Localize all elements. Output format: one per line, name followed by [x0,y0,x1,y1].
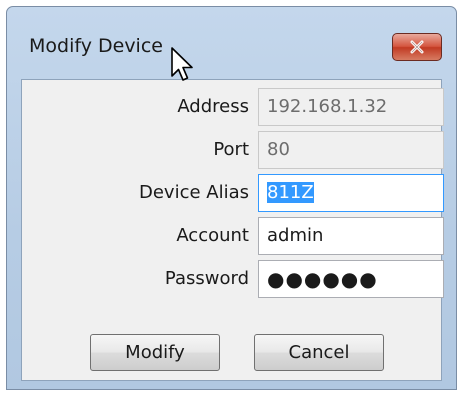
address-label: Address [177,96,249,117]
port-row: Port 80 [22,131,444,169]
close-icon [410,40,424,54]
dialog-window: Modify Device Address 192.168.1.32 Port … [6,6,457,390]
account-field[interactable]: admin [258,217,444,255]
address-field[interactable]: 192.168.1.32 [258,88,444,126]
dialog-body: Address 192.168.1.32 Port 80 Device Alia… [21,79,444,381]
account-row: Account admin [22,217,444,255]
device-alias-field[interactable]: 811Z [258,174,444,212]
mouse-pointer-icon [171,47,193,81]
device-alias-selected-text: 811Z [267,182,314,203]
window-title: Modify Device [29,35,163,57]
cancel-button[interactable]: Cancel [254,334,384,371]
address-row: Address 192.168.1.32 [22,88,444,126]
modify-button[interactable]: Modify [90,334,220,371]
account-label: Account [176,225,249,246]
device-alias-label: Device Alias [138,182,249,203]
device-alias-row: Device Alias 811Z [22,174,444,212]
close-button[interactable] [392,33,442,61]
password-row: Password ●●●●●● [22,260,444,298]
title-bar[interactable]: Modify Device [7,7,456,79]
password-field[interactable]: ●●●●●● [258,260,444,298]
port-field[interactable]: 80 [258,131,444,169]
password-label: Password [164,268,249,289]
port-label: Port [213,139,249,160]
